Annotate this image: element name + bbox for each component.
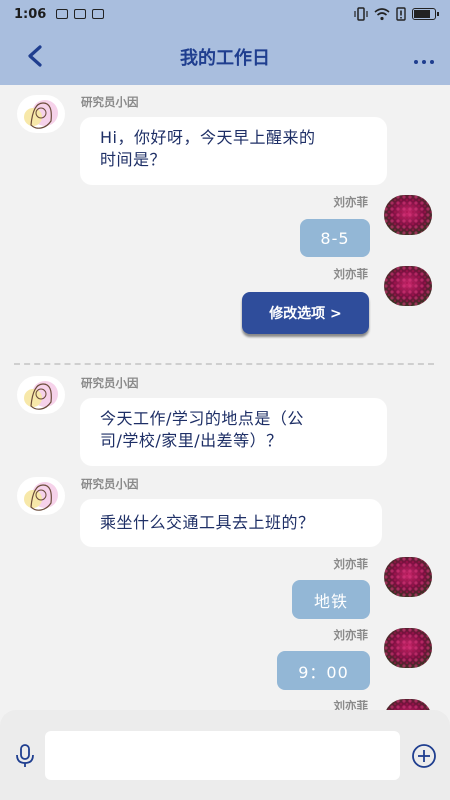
bot-name: 研究员小因 bbox=[81, 477, 139, 491]
microphone-icon[interactable] bbox=[14, 743, 36, 769]
chat-area[interactable]: 研究员小因 Hi，你好呀，今天早上醒来的 时间是？ 刘亦菲 8-5 刘亦菲 修改… bbox=[0, 85, 450, 713]
user-name: 刘亦菲 bbox=[333, 557, 369, 571]
user-name: 刘亦菲 bbox=[333, 628, 369, 642]
user-name: 刘亦菲 bbox=[333, 195, 369, 209]
message-line: 司/学校/家里/出差等）？ bbox=[100, 431, 283, 450]
more-dots-icon[interactable] bbox=[414, 48, 438, 64]
bot-name: 研究员小因 bbox=[81, 95, 139, 109]
header-bar: 我的工作日 bbox=[0, 28, 450, 85]
bot-name: 研究员小因 bbox=[81, 376, 139, 390]
plus-circle-icon[interactable] bbox=[411, 743, 437, 769]
upload-notification-icon bbox=[56, 9, 69, 19]
wifi-icon bbox=[374, 8, 390, 21]
user-name: 刘亦菲 bbox=[333, 267, 369, 281]
bot-message-bubble: 乘坐什么交通工具去上班的？ bbox=[80, 499, 382, 547]
back-arrow-icon[interactable] bbox=[22, 42, 50, 70]
divider bbox=[14, 363, 434, 365]
message-line: 今天工作/学习的地点是（公 bbox=[100, 409, 304, 428]
modify-option-button[interactable]: 修改选项 > bbox=[242, 292, 369, 334]
battery-icon bbox=[412, 8, 439, 20]
bot-avatar bbox=[17, 376, 65, 414]
user-message-bubble: 8-5 bbox=[300, 219, 370, 257]
user-avatar bbox=[384, 628, 432, 668]
bot-avatar bbox=[17, 477, 65, 515]
mail-notification-icon bbox=[74, 9, 87, 19]
user-message-bubble: 9：00 bbox=[277, 651, 370, 690]
user-message-bubble: 地铁 bbox=[292, 580, 370, 619]
status-bar: 1:06 bbox=[0, 0, 450, 28]
page-title: 我的工作日 bbox=[180, 47, 270, 69]
bot-message-bubble: Hi，你好呀，今天早上醒来的 时间是？ bbox=[80, 117, 387, 185]
user-avatar bbox=[384, 195, 432, 235]
message-notification-icon bbox=[92, 9, 105, 19]
message-input[interactable] bbox=[45, 731, 400, 780]
bot-avatar bbox=[17, 95, 65, 133]
message-line: Hi，你好呀，今天早上醒来的 bbox=[100, 128, 316, 147]
bot-message-bubble: 今天工作/学习的地点是（公 司/学校/家里/出差等）？ bbox=[80, 398, 387, 466]
user-avatar bbox=[384, 557, 432, 597]
user-avatar bbox=[384, 266, 432, 306]
alert-icon bbox=[396, 7, 406, 21]
status-time: 1:06 bbox=[14, 6, 47, 22]
vibrate-icon bbox=[354, 7, 368, 21]
input-bar bbox=[0, 710, 450, 800]
message-line: 时间是？ bbox=[100, 150, 167, 169]
